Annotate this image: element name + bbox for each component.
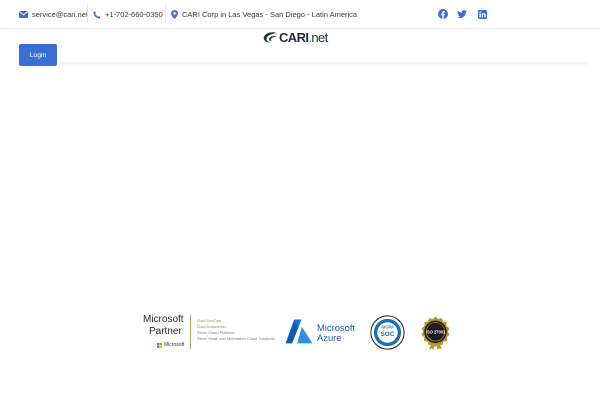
linkedin-link[interactable] [476,8,488,20]
phone-link[interactable]: +1-702-660-0350 [93,8,163,21]
phone-text: +1-702-660-0350 [105,10,163,19]
top-contact-bar: service@cari.net +1-702-660-0350 CARI Co… [0,0,600,29]
envelope-icon [19,11,28,18]
email-link[interactable]: service@cari.net [19,8,88,21]
email-text: service@cari.net [32,10,88,19]
gold-divider [190,315,191,349]
azure-line2: Azure [317,332,342,343]
soc-text: SOC [380,331,394,338]
azure-line1: Microsoft [317,322,356,333]
cari-net-logo[interactable]: CARI.net [263,29,333,46]
iso-27001-badge: ISO 27001 [421,316,450,350]
topbar-divider [87,5,88,23]
topbar-divider [165,5,166,23]
microsoft-mini-logo: Microsoft [157,342,184,348]
header-shadow-divider [58,62,588,67]
ms-partner-small: Microsoft [164,342,185,348]
facebook-link[interactable] [437,8,449,20]
competency-silver-smb: Silver Small and Midmarket Cloud Solutio… [197,336,275,341]
microsoft-partner-badge: Microsoft Partner Microsoft Gold DevOps … [140,312,280,352]
locations-text: CARI Corp in Las Vegas - San Diego - Lat… [182,10,358,19]
twitter-icon [457,9,467,18]
logo-suffix: .net [308,30,328,45]
aicpa-text: AICPA [381,324,394,329]
twitter-link[interactable] [456,8,468,20]
cari-swoosh-icon [263,32,277,43]
phone-icon [93,10,101,19]
login-button[interactable]: Login [19,44,57,66]
aicpa-soc-badge: AICPA SOC [370,315,405,350]
azure-logo-icon [285,319,313,344]
ms-partner-word1: Microsoft [143,314,184,325]
facebook-icon [438,9,448,19]
logo-brand: CARI [279,30,309,45]
competency-gold-datacenter: Gold Datacenter [197,324,227,329]
locations-link[interactable]: CARI Corp in Las Vegas - San Diego - Lat… [171,8,357,21]
competency-silver-cloud: Silver Cloud Platform [197,330,235,335]
ms-partner-word2: Partner [149,326,182,337]
iso-text: ISO 27001 [426,329,446,334]
linkedin-icon [477,9,487,19]
competency-gold-devops: Gold DevOps [197,318,222,323]
map-marker-icon [171,10,178,19]
microsoft-windows-icon [157,342,162,348]
microsoft-azure-badge: Microsoft Azure [285,318,365,345]
logo-wordmark: CARI.net [279,30,328,45]
